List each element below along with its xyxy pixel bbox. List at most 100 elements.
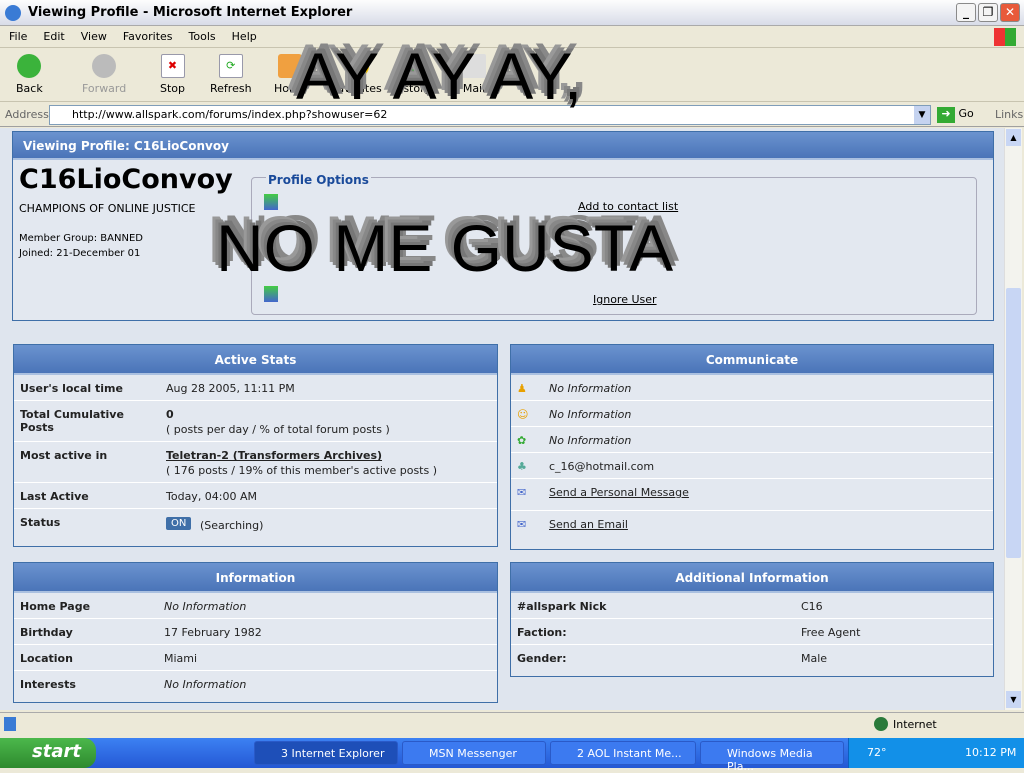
- table-row: Faction: Free Agent: [511, 619, 993, 645]
- menu-view[interactable]: View: [72, 27, 114, 43]
- page-content: Viewing Profile: C16LioConvoy C16LioConv…: [0, 128, 1004, 710]
- send-email-link[interactable]: Send an Email: [549, 518, 628, 531]
- row-label: Most active in: [20, 449, 108, 462]
- information-box: Information Home Page No Information Birt…: [13, 562, 498, 703]
- title-bar: Viewing Profile - Microsoft Internet Exp…: [0, 0, 1024, 26]
- scroll-up-button[interactable]: ▲: [1006, 129, 1021, 146]
- yahoo-icon: ☺: [517, 408, 529, 421]
- stop-button[interactable]: ✖ Stop: [160, 54, 185, 95]
- go-label: Go: [958, 107, 974, 120]
- star-icon: [344, 54, 369, 78]
- active-stats-title: Active Stats: [14, 345, 497, 375]
- row-value: 17 February 1982: [164, 626, 262, 639]
- history-icon: [399, 54, 424, 78]
- personal-message-link[interactable]: Send a Personal Message: [549, 486, 689, 499]
- icq-icon: ✿: [517, 434, 527, 447]
- yahoo-value: No Information: [549, 408, 632, 421]
- menu-help[interactable]: Help: [223, 27, 264, 43]
- stop-icon: ✖: [160, 54, 185, 78]
- ignore-user-link[interactable]: Ignore User: [593, 293, 657, 306]
- row-label: Total Cumulative Posts: [20, 408, 124, 434]
- communicate-title: Communicate: [511, 345, 993, 375]
- menu-file[interactable]: File: [0, 27, 34, 43]
- weather-temp: 72°: [867, 746, 887, 759]
- home-icon: [278, 54, 303, 78]
- security-zone: Internet: [893, 718, 937, 731]
- row-value: Miami: [164, 652, 198, 665]
- refresh-button[interactable]: ⟳ Refresh: [210, 54, 252, 95]
- task-internet-explorer[interactable]: 3 Internet Explorer: [254, 741, 398, 765]
- history-button[interactable]: History: [392, 54, 431, 95]
- ie-icon: [5, 5, 21, 21]
- mail-icon: [462, 54, 486, 78]
- forum-link[interactable]: Teletran-2 (Transformers Archives): [166, 449, 382, 462]
- history-label: History: [392, 82, 432, 95]
- menu-bar: File Edit View Favorites Tools Help: [0, 27, 1024, 48]
- scroll-down-button[interactable]: ▼: [1006, 691, 1021, 708]
- mail-button[interactable]: Mail: [462, 54, 486, 95]
- task-aol-instant-messenger[interactable]: 2 AOL Instant Me...: [550, 741, 696, 765]
- taskbar: start 3 Internet Explorer MSN Messenger …: [0, 738, 1024, 773]
- row-value: Male: [801, 652, 828, 665]
- address-input[interactable]: http://www.allspark.com/forums/index.php…: [49, 105, 931, 125]
- table-row: User's local time Aug 28 2005, 11:11 PM: [14, 375, 497, 401]
- row-label: Birthday: [20, 626, 73, 639]
- row-label: Home Page: [20, 600, 91, 613]
- row-subvalue: ( 176 posts / 19% of this member's activ…: [166, 464, 438, 477]
- list-item: ♣ c_16@hotmail.com: [511, 453, 993, 479]
- information-title: Information: [14, 563, 497, 593]
- msn-icon: ♣: [517, 460, 527, 473]
- favorites-label: Favorites: [332, 82, 382, 95]
- row-value: C16: [801, 600, 823, 613]
- vertical-scrollbar[interactable]: ▲ ▼: [1004, 128, 1022, 710]
- additional-info-box: Additional Information #allspark Nick C16…: [510, 562, 994, 677]
- task-msn-messenger[interactable]: MSN Messenger: [402, 741, 546, 765]
- home-label: Home: [274, 82, 307, 95]
- active-stats-box: Active Stats User's local time Aug 28 200…: [13, 344, 498, 547]
- maximize-button[interactable]: ❐: [978, 3, 998, 22]
- list-item: ✿ No Information: [511, 427, 993, 453]
- stop-label: Stop: [160, 82, 186, 95]
- add-contact-link[interactable]: Add to contact list: [578, 200, 678, 213]
- username: C16LioConvoy: [19, 164, 233, 195]
- table-row: Most active in Teletran-2 (Transformers A…: [14, 442, 497, 483]
- forward-arrow-icon: [92, 54, 117, 78]
- home-button[interactable]: Home: [274, 54, 306, 95]
- address-dropdown-button[interactable]: ▼: [914, 106, 930, 124]
- forward-button[interactable]: Forward: [82, 54, 126, 95]
- menu-tools[interactable]: Tools: [180, 27, 223, 43]
- windows-logo: [994, 28, 1016, 46]
- go-button[interactable]: ➜ Go: [937, 107, 974, 123]
- menu-edit[interactable]: Edit: [34, 27, 71, 43]
- address-label: Address: [5, 108, 49, 121]
- menu-favorites[interactable]: Favorites: [114, 27, 180, 43]
- refresh-icon: ⟳: [218, 54, 243, 78]
- row-value: No Information: [164, 678, 247, 691]
- favorites-button[interactable]: Favorites: [332, 54, 382, 95]
- msn-value: c_16@hotmail.com: [549, 460, 655, 473]
- minimize-button[interactable]: _: [956, 3, 976, 22]
- profile-options: Profile Options Add to contact list Igno…: [251, 173, 977, 315]
- scroll-thumb[interactable]: [1006, 288, 1021, 558]
- task-windows-media-player[interactable]: Windows Media Pla...: [700, 741, 844, 773]
- row-label: Faction:: [517, 626, 567, 639]
- aim-icon: ♟: [517, 382, 527, 395]
- links-button[interactable]: Links: [995, 108, 1023, 121]
- member-group: Member Group: BANNED: [19, 233, 143, 244]
- row-value: Free Agent: [801, 626, 861, 639]
- table-row: Location Miami: [14, 645, 497, 671]
- list-item: ✉ Send an Email: [511, 511, 993, 537]
- row-label: Interests: [20, 678, 76, 691]
- start-button[interactable]: start: [0, 738, 96, 768]
- table-row: Total Cumulative Posts 0 ( posts per day /…: [14, 401, 497, 442]
- close-button[interactable]: ✕: [1000, 3, 1020, 22]
- clock: 10:12 PM: [965, 746, 1017, 759]
- back-button[interactable]: Back: [16, 54, 43, 95]
- envelope-icon: ✉: [517, 486, 527, 499]
- forward-label: Forward: [82, 82, 127, 95]
- row-label: Gender:: [517, 652, 567, 665]
- refresh-label: Refresh: [210, 82, 252, 95]
- table-row: Interests No Information: [14, 671, 497, 697]
- window-title: Viewing Profile - Microsoft Internet Exp…: [28, 5, 353, 20]
- go-arrow-icon: ➜: [937, 107, 955, 123]
